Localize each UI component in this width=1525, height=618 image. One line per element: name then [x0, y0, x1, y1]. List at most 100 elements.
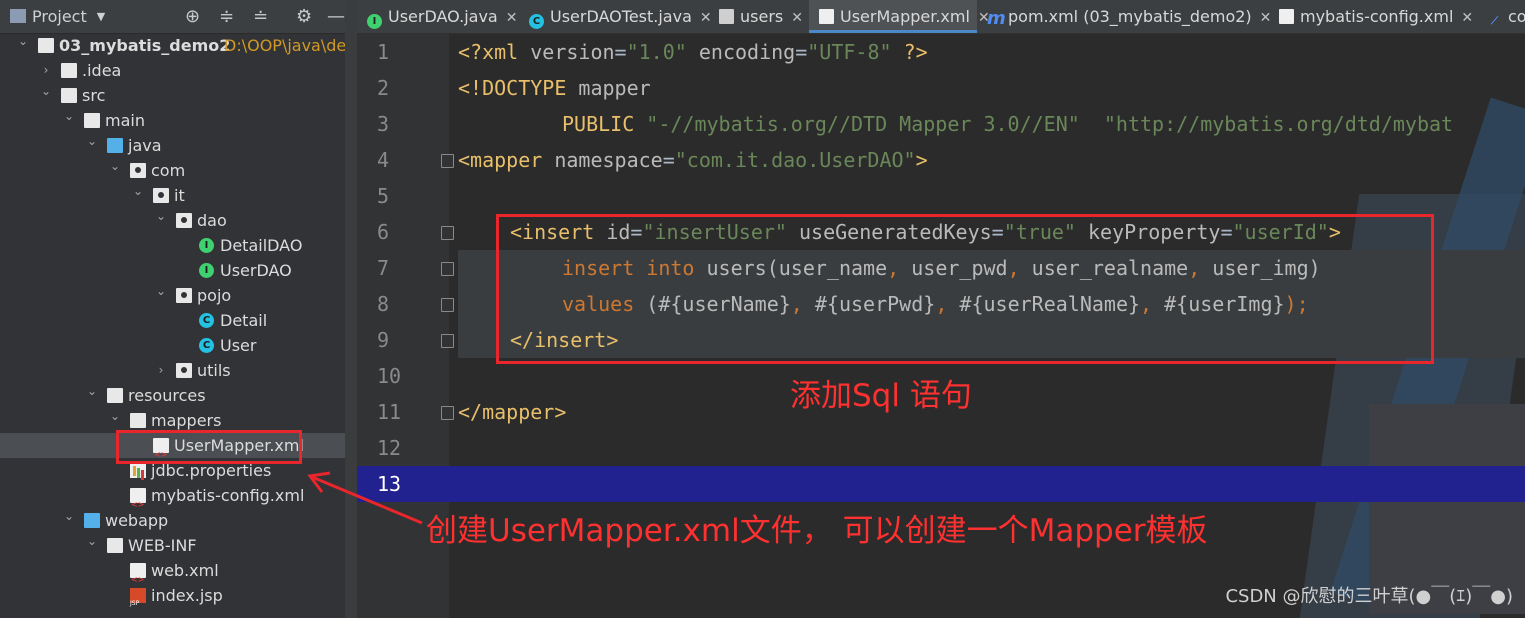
code-line-3[interactable]: PUBLIC "-//mybatis.org//DTD Mapper 3.0//… [562, 106, 1453, 142]
chevron-down-icon[interactable]: ⌄ [131, 179, 145, 204]
line-number-text: 1 [377, 40, 390, 64]
tree-item-label: index.jsp [151, 586, 223, 605]
tree-item[interactable]: ⌄ src [0, 83, 345, 108]
expand-all-icon[interactable]: ≑ [219, 6, 234, 27]
editor-tab[interactable]: users ✕ [709, 0, 809, 33]
tree-item-label: main [105, 111, 145, 130]
tree-item[interactable]: I DetailDAO [0, 233, 345, 258]
fold-marker-icon[interactable] [441, 298, 454, 312]
tree-item[interactable]: ⌄03_mybatis_demo2D:\OOP\java\deve [0, 33, 345, 58]
chevron-down-icon[interactable]: ⌄ [85, 529, 99, 554]
project-view-icon [10, 9, 26, 23]
watermark: CSDN @欣慰的三叶草(●￣(ｴ)￣●) [1225, 586, 1513, 607]
equals: = [614, 40, 627, 64]
code-line-11[interactable]: </mapper> [458, 394, 566, 430]
project-view-title[interactable]: Project [32, 7, 87, 26]
tree-item[interactable]: index.jsp [0, 583, 345, 616]
tree-item-label: WEB-INF [128, 536, 197, 555]
close-icon[interactable]: ✕ [791, 10, 803, 26]
chevron-right-icon[interactable]: › [154, 358, 168, 383]
line-number-text: 2 [377, 76, 390, 100]
tree-item-label: webapp [105, 511, 169, 530]
code-line-1[interactable]: <?xml version="1.0" encoding="UTF-8" ?> [458, 34, 928, 70]
attr-value: "1.0" [626, 40, 687, 64]
editor-tab[interactable]: ⟋ co [1477, 0, 1525, 33]
tree-item[interactable]: ⌄ WEB-INF [0, 533, 345, 558]
chevron-down-icon[interactable]: ⌄ [62, 104, 76, 129]
close-icon[interactable]: ✕ [506, 10, 518, 26]
editor-tab[interactable]: I UserDAO.java ✕ [357, 0, 519, 33]
tree-item[interactable]: › utils [0, 358, 345, 383]
tree-item[interactable]: ⌄ it [0, 183, 345, 208]
tree-item[interactable]: mybatis-config.xml [0, 483, 345, 517]
folder-icon [61, 63, 77, 78]
editor-tab[interactable]: UserMapper.xml ✕ [809, 0, 990, 33]
sql-annotation-note: 添加Sql 语句 [790, 378, 972, 414]
xml-declaration-open: <?xml [458, 40, 531, 64]
fold-marker-icon[interactable] [441, 262, 454, 276]
package-icon [130, 163, 146, 178]
folder-icon [84, 113, 100, 128]
chevron-down-icon[interactable]: ⌄ [62, 504, 76, 529]
file-annotation-note: 创建UserMapper.xml文件， 可以创建一个Mapper模板 [426, 513, 1208, 549]
tree-item-label: src [82, 86, 106, 105]
xml-declaration-close: ?> [891, 40, 928, 64]
code-line-4[interactable]: <mapper namespace="com.it.dao.UserDAO"> [458, 142, 928, 178]
line-number-text: 8 [377, 292, 390, 316]
class-icon: C [529, 14, 544, 29]
chevron-down-icon[interactable]: ⌄ [16, 29, 30, 54]
tree-item[interactable]: web.xml [0, 558, 345, 592]
doctype-keyword: <!DOCTYPE [458, 76, 579, 100]
chevron-down-icon[interactable]: ⌄ [85, 129, 99, 154]
tree-item[interactable]: C User [0, 333, 345, 358]
tree-item[interactable]: ⌄ resources [0, 383, 345, 408]
locate-icon[interactable]: ⊕ [185, 6, 200, 27]
chevron-down-icon[interactable]: ▼ [97, 10, 105, 23]
chevron-down-icon[interactable]: ⌄ [154, 279, 168, 304]
line-number-text: 10 [377, 364, 402, 388]
table-icon [719, 9, 734, 24]
tree-item[interactable]: ⌄ java [0, 133, 345, 158]
attr-name: namespace [554, 148, 663, 172]
tree-item[interactable]: ⌄ webapp [0, 508, 345, 533]
editor-tab[interactable]: C UserDAOTest.java ✕ [519, 0, 712, 33]
tree-item-label: .idea [82, 61, 122, 80]
class-icon: C [199, 313, 214, 328]
tab-label: mybatis-config.xml [1300, 7, 1454, 26]
collapse-all-icon[interactable]: ≐ [253, 6, 268, 27]
class-icon: C [199, 338, 214, 353]
tab-label: UserDAOTest.java [550, 7, 692, 26]
editor-tab[interactable]: mybatis-config.xml ✕ [1269, 0, 1477, 33]
tree-item[interactable]: C Detail [0, 308, 345, 333]
folder-icon [130, 413, 146, 428]
line-number: 6 [357, 214, 449, 250]
tab-label: UserMapper.xml [840, 7, 970, 26]
chevron-down-icon[interactable]: ⌄ [154, 204, 168, 229]
tree-item[interactable]: ⌄ pojo [0, 283, 345, 308]
tab-label: co [1508, 7, 1525, 26]
fold-marker-icon[interactable] [441, 406, 454, 420]
line-number: 12 [357, 430, 449, 466]
folder-icon [61, 88, 77, 103]
tree-item[interactable]: ⌄ com [0, 158, 345, 183]
tree-item-label: dao [197, 211, 227, 230]
fold-marker-icon[interactable] [441, 154, 454, 168]
source-folder-icon [107, 138, 123, 153]
tree-item[interactable]: ⌄ main [0, 108, 345, 133]
chevron-down-icon[interactable]: ⌄ [108, 154, 122, 179]
editor-tab[interactable]: m pom.xml (03_mybatis_demo2) ✕ [977, 0, 1271, 33]
code-line-2[interactable]: <!DOCTYPE mapper [458, 70, 651, 106]
tree-item[interactable]: I UserDAO [0, 258, 345, 283]
chevron-down-icon[interactable]: ⌄ [108, 404, 122, 429]
chevron-down-icon[interactable]: ⌄ [39, 79, 53, 104]
fold-marker-icon[interactable] [441, 334, 454, 348]
gear-icon[interactable]: ⚙ [296, 6, 312, 27]
close-icon[interactable]: ✕ [1461, 10, 1473, 26]
fold-marker-icon[interactable] [441, 226, 454, 240]
minimize-icon[interactable]: — [327, 6, 345, 27]
chevron-down-icon[interactable]: ⌄ [85, 379, 99, 404]
line-number-text: 7 [377, 256, 390, 280]
tree-item[interactable]: ⌄ dao [0, 208, 345, 233]
